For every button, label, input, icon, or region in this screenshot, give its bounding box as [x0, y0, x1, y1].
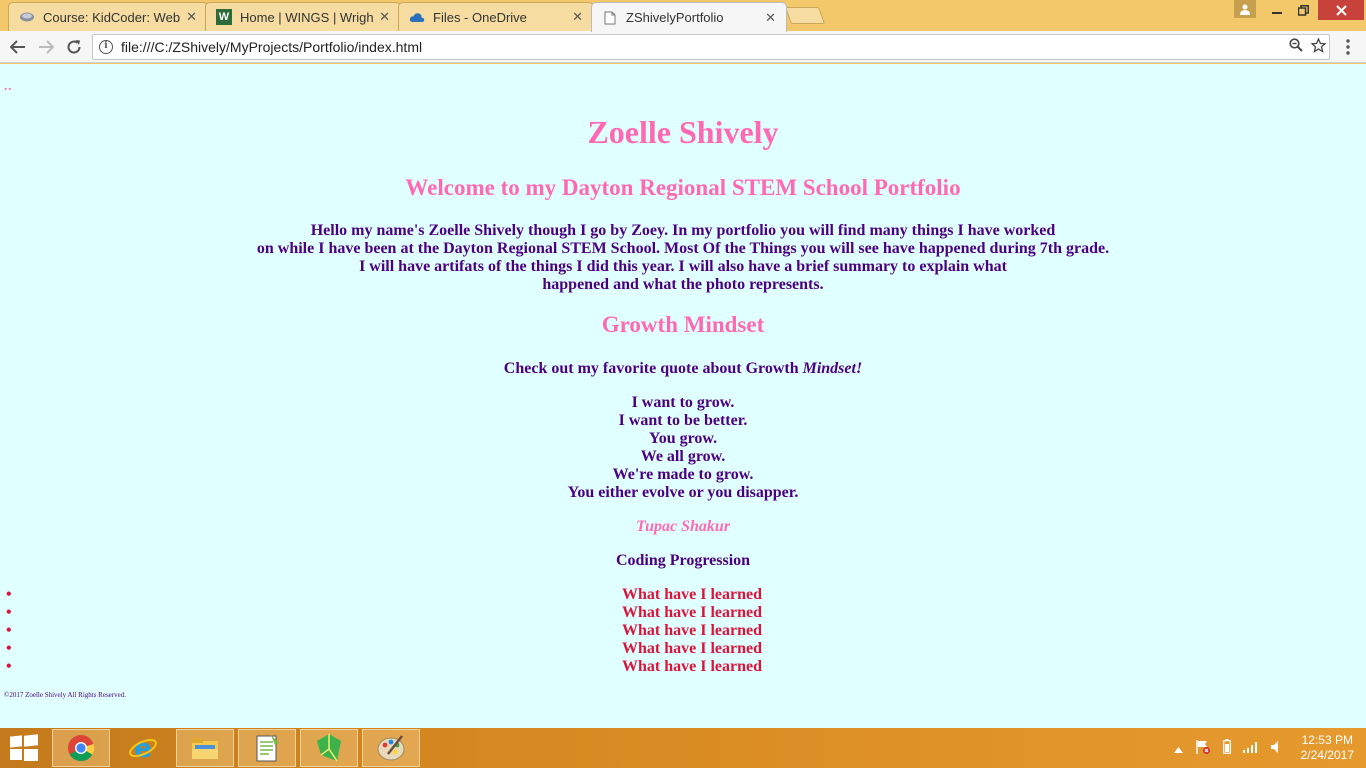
intro-paragraph: Hello my name's Zoelle Shively though I …: [0, 222, 1366, 294]
file-explorer-icon[interactable]: [176, 729, 234, 767]
quote-line: I want to be better.: [618, 412, 748, 429]
list-item: What have I learned: [0, 622, 1366, 640]
quote-line: We're made to grow.: [612, 466, 754, 483]
quote-line: We all grow.: [640, 448, 726, 465]
network-signal-icon[interactable]: [1242, 741, 1259, 756]
info-icon[interactable]: i: [99, 40, 113, 54]
tab-title: ZShivelyPortfolio: [626, 10, 724, 25]
user-profile-icon[interactable]: [1234, 0, 1256, 18]
intro-line: Hello my name's Zoelle Shively though I …: [310, 222, 1056, 239]
svg-text:e: e: [134, 734, 152, 763]
copyright-footer: ©2017 Zoelle Shively All Rights Reserved…: [4, 691, 126, 699]
menu-icon[interactable]: [1336, 35, 1360, 59]
internet-explorer-icon[interactable]: e: [114, 729, 172, 767]
battery-icon[interactable]: [1222, 739, 1231, 757]
learned-link[interactable]: What have I learned: [622, 658, 762, 675]
tab-strip: Course: KidCoder: Web D ✕ W Home | WINGS…: [0, 0, 1366, 32]
quote-intro: Check out my favorite quote about Growth…: [0, 360, 1366, 378]
quote-intro-text: Check out my favorite quote about Growth: [503, 360, 803, 377]
onedrive-icon: [409, 9, 425, 25]
wings-icon: W: [216, 9, 232, 25]
list-item: What have I learned: [0, 586, 1366, 604]
corner-dots: ..: [4, 78, 13, 93]
clock-time: 12:53 PM: [1301, 733, 1353, 747]
welcome-heading: Welcome to my Dayton Regional STEM Schoo…: [405, 175, 961, 200]
minimize-icon[interactable]: [1266, 0, 1288, 20]
intro-line: on while I have been at the Dayton Regio…: [256, 240, 1110, 257]
tab-title: Course: KidCoder: Web D: [43, 9, 181, 25]
clock[interactable]: 12:53 PM 2/24/2017: [1301, 733, 1354, 763]
restore-icon[interactable]: [1292, 0, 1314, 20]
start-windows-icon[interactable]: [10, 734, 38, 762]
intro-line: happened and what the photo represents.: [542, 276, 824, 293]
address-bar[interactable]: i file:///C:/ZShively/MyProjects/Portfol…: [92, 34, 1330, 60]
show-hidden-icons-icon[interactable]: [1173, 741, 1183, 756]
back-icon[interactable]: [6, 35, 30, 59]
page-title: Zoelle Shively: [587, 114, 779, 150]
browser-toolbar: i file:///C:/ZShively/MyProjects/Portfol…: [0, 31, 1366, 63]
list-item: What have I learned: [0, 658, 1366, 676]
system-tray: 12:53 PM 2/24/2017: [1168, 728, 1366, 768]
url-text[interactable]: file:///C:/ZShively/MyProjects/Portfolio…: [121, 39, 1285, 55]
learned-link[interactable]: What have I learned: [622, 604, 762, 621]
coding-progression-heading: Coding Progression: [615, 552, 751, 569]
close-tab-icon[interactable]: ✕: [186, 9, 197, 25]
close-tab-icon[interactable]: ✕: [379, 9, 390, 25]
sketchup-icon[interactable]: [300, 729, 358, 767]
chrome-icon[interactable]: [52, 729, 110, 767]
zoom-icon[interactable]: [1285, 38, 1307, 56]
list-item: What have I learned: [0, 604, 1366, 622]
action-center-flag-icon[interactable]: [1195, 739, 1211, 758]
learned-list: What have I learned What have I learned …: [0, 586, 1366, 676]
volume-icon[interactable]: [1270, 740, 1281, 757]
quote-intro-emphasis: Mindset!: [802, 360, 863, 377]
reload-icon[interactable]: [62, 35, 86, 59]
tab-title: Files - OneDrive: [433, 9, 527, 25]
notepad-plus-plus-icon[interactable]: [238, 729, 296, 767]
learned-link[interactable]: What have I learned: [622, 640, 762, 657]
new-tab-button[interactable]: [784, 7, 826, 24]
growth-mindset-heading: Growth Mindset: [601, 312, 765, 337]
tab-title: Home | WINGS | Wright S: [240, 9, 374, 25]
tab-files-onedrive[interactable]: Files - OneDrive ✕: [398, 2, 594, 31]
quote-line: You either evolve or you disapper.: [567, 484, 799, 501]
tab-course-kidcoder[interactable]: Course: KidCoder: Web D ✕: [8, 2, 208, 31]
close-window-button[interactable]: [1318, 0, 1364, 20]
growth-quote: I want to grow. I want to be better. You…: [0, 394, 1366, 502]
tab-zshively-portfolio[interactable]: ZShivelyPortfolio ✕: [591, 2, 787, 32]
close-tab-icon[interactable]: ✕: [572, 9, 583, 25]
clock-date: 2/24/2017: [1300, 748, 1354, 762]
quote-line: I want to grow.: [631, 394, 735, 411]
bookmark-star-icon[interactable]: [1307, 36, 1329, 57]
list-item: What have I learned: [0, 640, 1366, 658]
tab-home-wings[interactable]: W Home | WINGS | Wright S ✕: [205, 2, 401, 31]
page-icon: [602, 10, 618, 26]
close-tab-icon[interactable]: ✕: [765, 10, 776, 26]
intro-line: I will have artifats of the things I did…: [359, 258, 1007, 275]
forward-icon[interactable]: [34, 35, 58, 59]
learned-link[interactable]: What have I learned: [622, 622, 762, 639]
learned-link[interactable]: What have I learned: [622, 586, 762, 603]
paint-icon[interactable]: [362, 729, 420, 767]
page-content: .. Zoelle Shively Welcome to my Dayton R…: [0, 64, 1366, 728]
moodle-icon: [19, 9, 35, 25]
quote-author: Tupac Shakur: [635, 518, 731, 535]
quote-line: You grow.: [648, 430, 718, 447]
taskbar: e 12:53 PM 2/24/2017: [0, 728, 1366, 768]
